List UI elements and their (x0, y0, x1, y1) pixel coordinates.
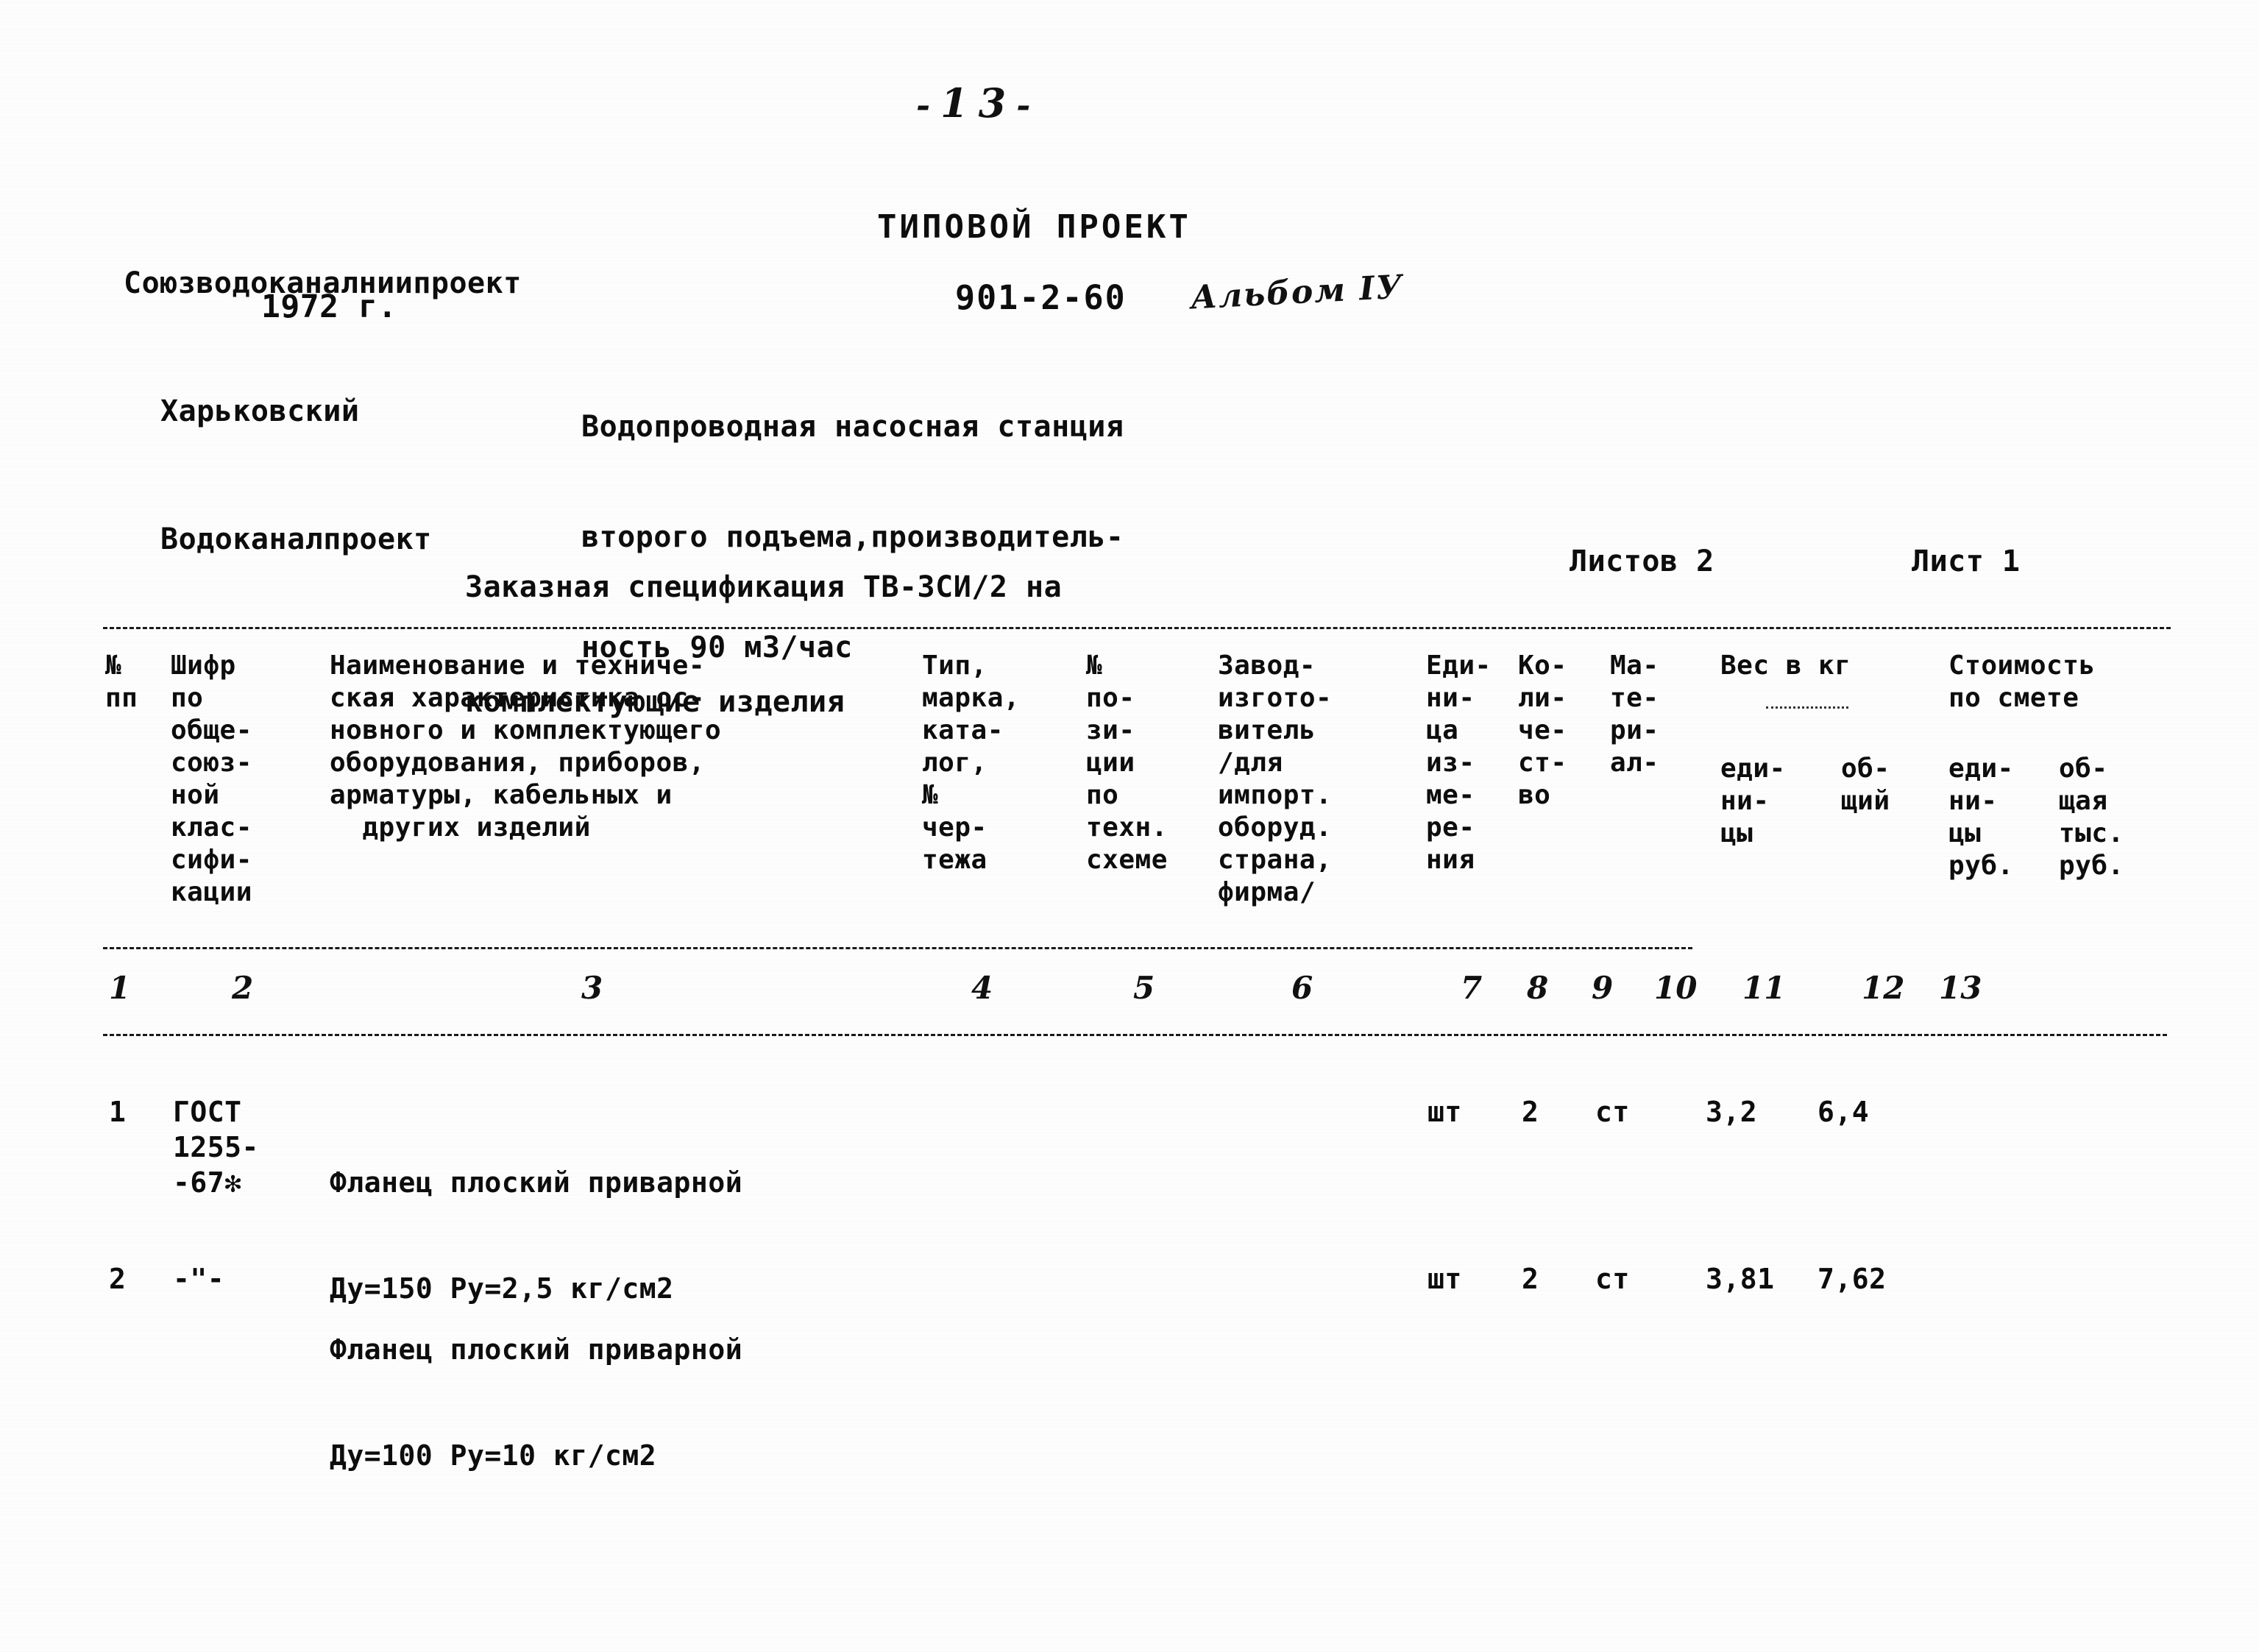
org-line-2: Харьковский (160, 394, 360, 428)
table-header-col-10: еди- ни- цы (1720, 754, 1786, 848)
row-2-unit: шт (1428, 1263, 1462, 1295)
column-number-11: 11 (1742, 970, 1786, 1006)
row-2-code: -"- (173, 1263, 225, 1295)
row-1-code: ГОСТ 1255- -67✻ (173, 1096, 259, 1199)
row-1-name-line-1: Фланец плоский приварной (330, 1166, 743, 1199)
table-header-col-3: Наименование и техниче- ская характерист… (330, 650, 722, 843)
row-1-weight-total: 6,4 (1818, 1096, 1870, 1128)
project-description-line-1: Водопроводная насосная станция (581, 410, 1124, 444)
page-number-value: 13 (940, 79, 1017, 127)
row-2-weight-unit: 3,81 (1706, 1263, 1775, 1295)
org-line-3: Водоканалпроект (160, 522, 432, 556)
column-number-2: 2 (232, 970, 254, 1006)
row-2-weight-total: 7,62 (1818, 1263, 1887, 1295)
table-header-rule (103, 947, 1692, 949)
column-number-1: 1 (109, 970, 131, 1006)
table-header-col-5: № по- зи- ции по техн. схеме (1086, 650, 1168, 875)
page-number-suffix: - (1016, 85, 1041, 125)
table-column-numbers-rule (103, 1034, 2167, 1039)
column-number-13: 13 (1939, 970, 1982, 1006)
column-number-4: 4 (971, 970, 993, 1006)
document-page: -13- Союзводоканалниипроект Харьковский … (0, 0, 2259, 1652)
row-1-quantity: 2 (1522, 1096, 1539, 1128)
weight-subheader-rule (1766, 706, 1848, 711)
row-1-material: ст (1595, 1096, 1630, 1128)
specification-title-line-1: Заказная спецификация ТВ-ЗСИ/2 на (465, 570, 1063, 604)
row-1-unit: шт (1428, 1096, 1462, 1128)
table-header-col-9: Ма- те- ри- ал- (1610, 650, 1659, 778)
column-number-3: 3 (581, 970, 603, 1006)
column-number-8: 8 (1527, 970, 1549, 1006)
table-header-col-6: Завод- изгото- витель /для импорт. обору… (1218, 650, 1333, 907)
column-number-5: 5 (1133, 970, 1155, 1006)
project-type-heading: ТИПОВОЙ ПРОЕКТ (877, 208, 1191, 246)
column-number-7: 7 (1461, 970, 1483, 1006)
column-number-12: 12 (1862, 970, 1905, 1006)
column-number-9: 9 (1592, 970, 1614, 1006)
organisation-year: 1972 г. (261, 288, 397, 325)
row-2-material: ст (1595, 1263, 1630, 1295)
organisation-block: Союзводоканалниипроект Харьковский Водок… (124, 177, 522, 646)
table-header-col-4: Тип, марка, ката- лог, № чер- тежа (922, 650, 1021, 875)
table-header-weight-group: Вес в кг (1720, 650, 1851, 681)
table-header-col-1: № пп (105, 650, 138, 713)
row-2-name-line-1: Фланец плоский приварной (330, 1333, 743, 1366)
table-header-col-11: об- щий (1841, 754, 1890, 816)
sheet-current: Лист 1 (1912, 545, 2021, 578)
table-header-col-7: Еди- ни- ца из- ме- ре- ния (1426, 650, 1492, 875)
table-top-rule (103, 627, 2171, 629)
column-number-10: 10 (1654, 970, 1698, 1006)
album-label-handwritten: Альбом IУ (1189, 268, 1405, 317)
row-2-name-line-2: Ду=100 Ру=10 кг/см2 (330, 1439, 657, 1472)
table-header-col-8: Ко- ли- че- ст- во (1518, 650, 1567, 810)
table-header-col-13: об- щая тыс. руб. (2059, 754, 2124, 881)
row-1-weight-unit: 3,2 (1706, 1096, 1758, 1128)
project-code: 901-2-60 (955, 278, 1127, 317)
row-2-quantity: 2 (1522, 1263, 1539, 1295)
column-number-6: 6 (1291, 970, 1313, 1006)
table-row: 2 (109, 1263, 127, 1295)
page-number: -13- (916, 79, 1040, 127)
page-number-prefix: - (916, 85, 941, 125)
table-header-col-2: Шифр по обще- союз- ной клас- сифи- каци… (171, 650, 252, 907)
table-header-cost-group: Стоимость по смете (1948, 650, 2096, 713)
sheets-total: Листов 2 (1570, 545, 1714, 578)
table-row: 1 (109, 1096, 127, 1128)
row-2-name: Фланец плоский приварной Ду=100 Ру=10 кг… (330, 1261, 742, 1544)
table-header-col-12: еди- ни- цы руб. (1948, 754, 2014, 881)
